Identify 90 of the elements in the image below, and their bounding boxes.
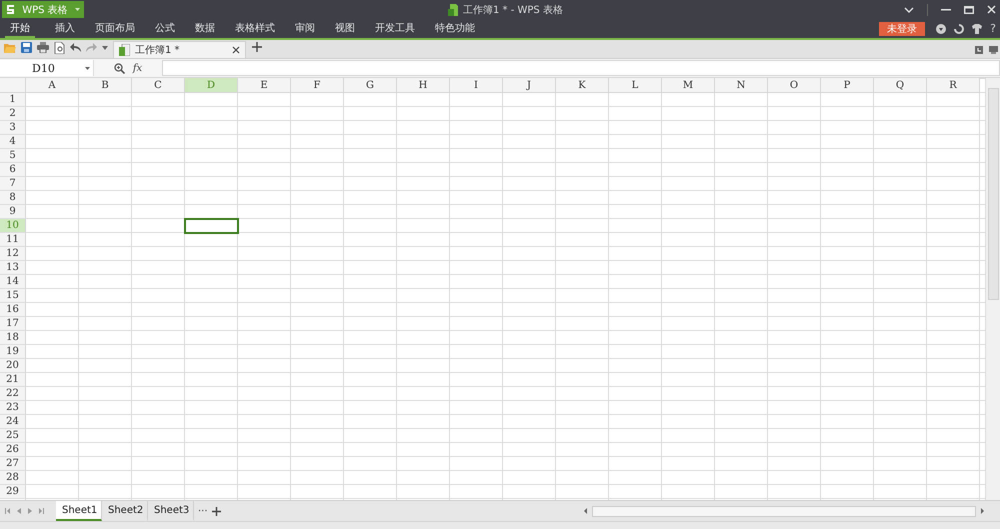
menu-tab[interactable]: 数据 <box>195 19 215 38</box>
logo-icon <box>6 4 15 15</box>
menu-tab[interactable]: 视图 <box>335 19 355 38</box>
close-icon[interactable] <box>232 46 240 54</box>
column-header[interactable]: G <box>344 78 397 93</box>
print-preview-icon[interactable] <box>54 42 65 54</box>
save-icon[interactable] <box>21 42 32 53</box>
chevron-down-icon[interactable] <box>904 6 914 12</box>
caret-icon <box>75 8 80 11</box>
plus-icon[interactable] <box>252 42 262 52</box>
row-header[interactable]: 8 <box>0 191 26 205</box>
column-header[interactable]: B <box>79 78 132 93</box>
row-header[interactable]: 25 <box>0 429 26 443</box>
column-header[interactable]: K <box>556 78 609 93</box>
menu-tab[interactable]: 页面布局 <box>95 19 135 38</box>
row-header[interactable]: 26 <box>0 443 26 457</box>
column-header[interactable]: O <box>768 78 821 93</box>
name-box[interactable]: D10 <box>0 60 94 76</box>
menu-tab[interactable]: 审阅 <box>295 19 315 38</box>
help-button[interactable]: ? <box>990 22 996 35</box>
row-header[interactable]: 1 <box>0 93 26 107</box>
window-icon[interactable] <box>989 46 998 54</box>
scroll-right-icon[interactable] <box>981 508 984 514</box>
row-header[interactable]: 22 <box>0 387 26 401</box>
row-header[interactable]: 6 <box>0 163 26 177</box>
minimize-icon[interactable] <box>941 8 951 10</box>
undo-icon[interactable] <box>70 43 81 52</box>
row-header[interactable]: 12 <box>0 247 26 261</box>
row-header[interactable]: 24 <box>0 415 26 429</box>
row-header[interactable]: 18 <box>0 331 26 345</box>
menu-tab[interactable]: 开发工具 <box>375 19 415 38</box>
row-header[interactable]: 21 <box>0 373 26 387</box>
row-header[interactable]: 20 <box>0 359 26 373</box>
row-header[interactable]: 28 <box>0 471 26 485</box>
row-header[interactable]: 17 <box>0 317 26 331</box>
column-header[interactable]: I <box>450 78 503 93</box>
menu-tab[interactable]: 表格样式 <box>235 19 275 38</box>
column-header[interactable]: M <box>662 78 715 93</box>
column-header[interactable]: N <box>715 78 768 93</box>
menu-tab[interactable]: 插入 <box>55 19 75 38</box>
login-button[interactable]: 未登录 <box>879 22 926 36</box>
clock-icon[interactable] <box>975 46 983 54</box>
caret-icon[interactable] <box>102 46 108 50</box>
row-header[interactable]: 29 <box>0 485 26 499</box>
column-header[interactable]: A <box>26 78 79 93</box>
column-header[interactable]: F <box>291 78 344 93</box>
column-header[interactable]: Q <box>874 78 927 93</box>
row-header[interactable]: 5 <box>0 149 26 163</box>
row-header[interactable]: 27 <box>0 457 26 471</box>
document-tab[interactable]: 工作簿1 * <box>113 41 246 58</box>
row-header[interactable]: 23 <box>0 401 26 415</box>
column-header[interactable]: R <box>927 78 980 93</box>
menu-tab[interactable]: 开始 <box>5 19 35 38</box>
more-sheets-button[interactable]: ··· <box>198 506 208 516</box>
menu-tab[interactable]: 公式 <box>155 19 175 38</box>
document-icon <box>448 4 458 16</box>
column-header[interactable]: J <box>503 78 556 93</box>
column-header[interactable]: P <box>821 78 874 93</box>
row-header[interactable]: 11 <box>0 233 26 247</box>
row-header[interactable]: 3 <box>0 121 26 135</box>
row-header[interactable]: 9 <box>0 205 26 219</box>
row-header[interactable]: 2 <box>0 107 26 121</box>
row-header[interactable]: 16 <box>0 303 26 317</box>
row-header[interactable]: 13 <box>0 261 26 275</box>
sheet-tab[interactable]: Sheet1 <box>56 501 102 521</box>
row-header[interactable]: 15 <box>0 289 26 303</box>
maximize-icon[interactable] <box>964 6 974 14</box>
menu-tab[interactable]: 特色功能 <box>435 19 475 38</box>
row-header[interactable]: 14 <box>0 275 26 289</box>
caret-icon <box>85 66 90 70</box>
download-icon[interactable] <box>936 24 946 34</box>
column-header[interactable]: C <box>132 78 185 93</box>
refresh-icon[interactable] <box>954 24 964 34</box>
vertical-scrollbar[interactable] <box>985 78 1000 500</box>
row-header[interactable]: 19 <box>0 345 26 359</box>
column-header[interactable]: L <box>609 78 662 93</box>
selected-cell[interactable] <box>184 218 239 234</box>
printer-icon[interactable] <box>37 42 49 53</box>
column-header[interactable]: H <box>397 78 450 93</box>
zoom-icon[interactable] <box>114 62 125 74</box>
row-header[interactable]: 7 <box>0 177 26 191</box>
insert-function-button[interactable]: fx <box>132 62 142 74</box>
scroll-left-icon[interactable] <box>584 508 587 514</box>
row-header[interactable]: 4 <box>0 135 26 149</box>
column-header[interactable]: E <box>238 78 291 93</box>
formula-input[interactable] <box>162 60 1000 76</box>
window-title: 工作簿1 * - WPS 表格 <box>463 4 563 16</box>
shirt-icon[interactable] <box>972 24 982 34</box>
plus-icon[interactable] <box>212 506 221 516</box>
spreadsheet-icon <box>119 44 130 56</box>
